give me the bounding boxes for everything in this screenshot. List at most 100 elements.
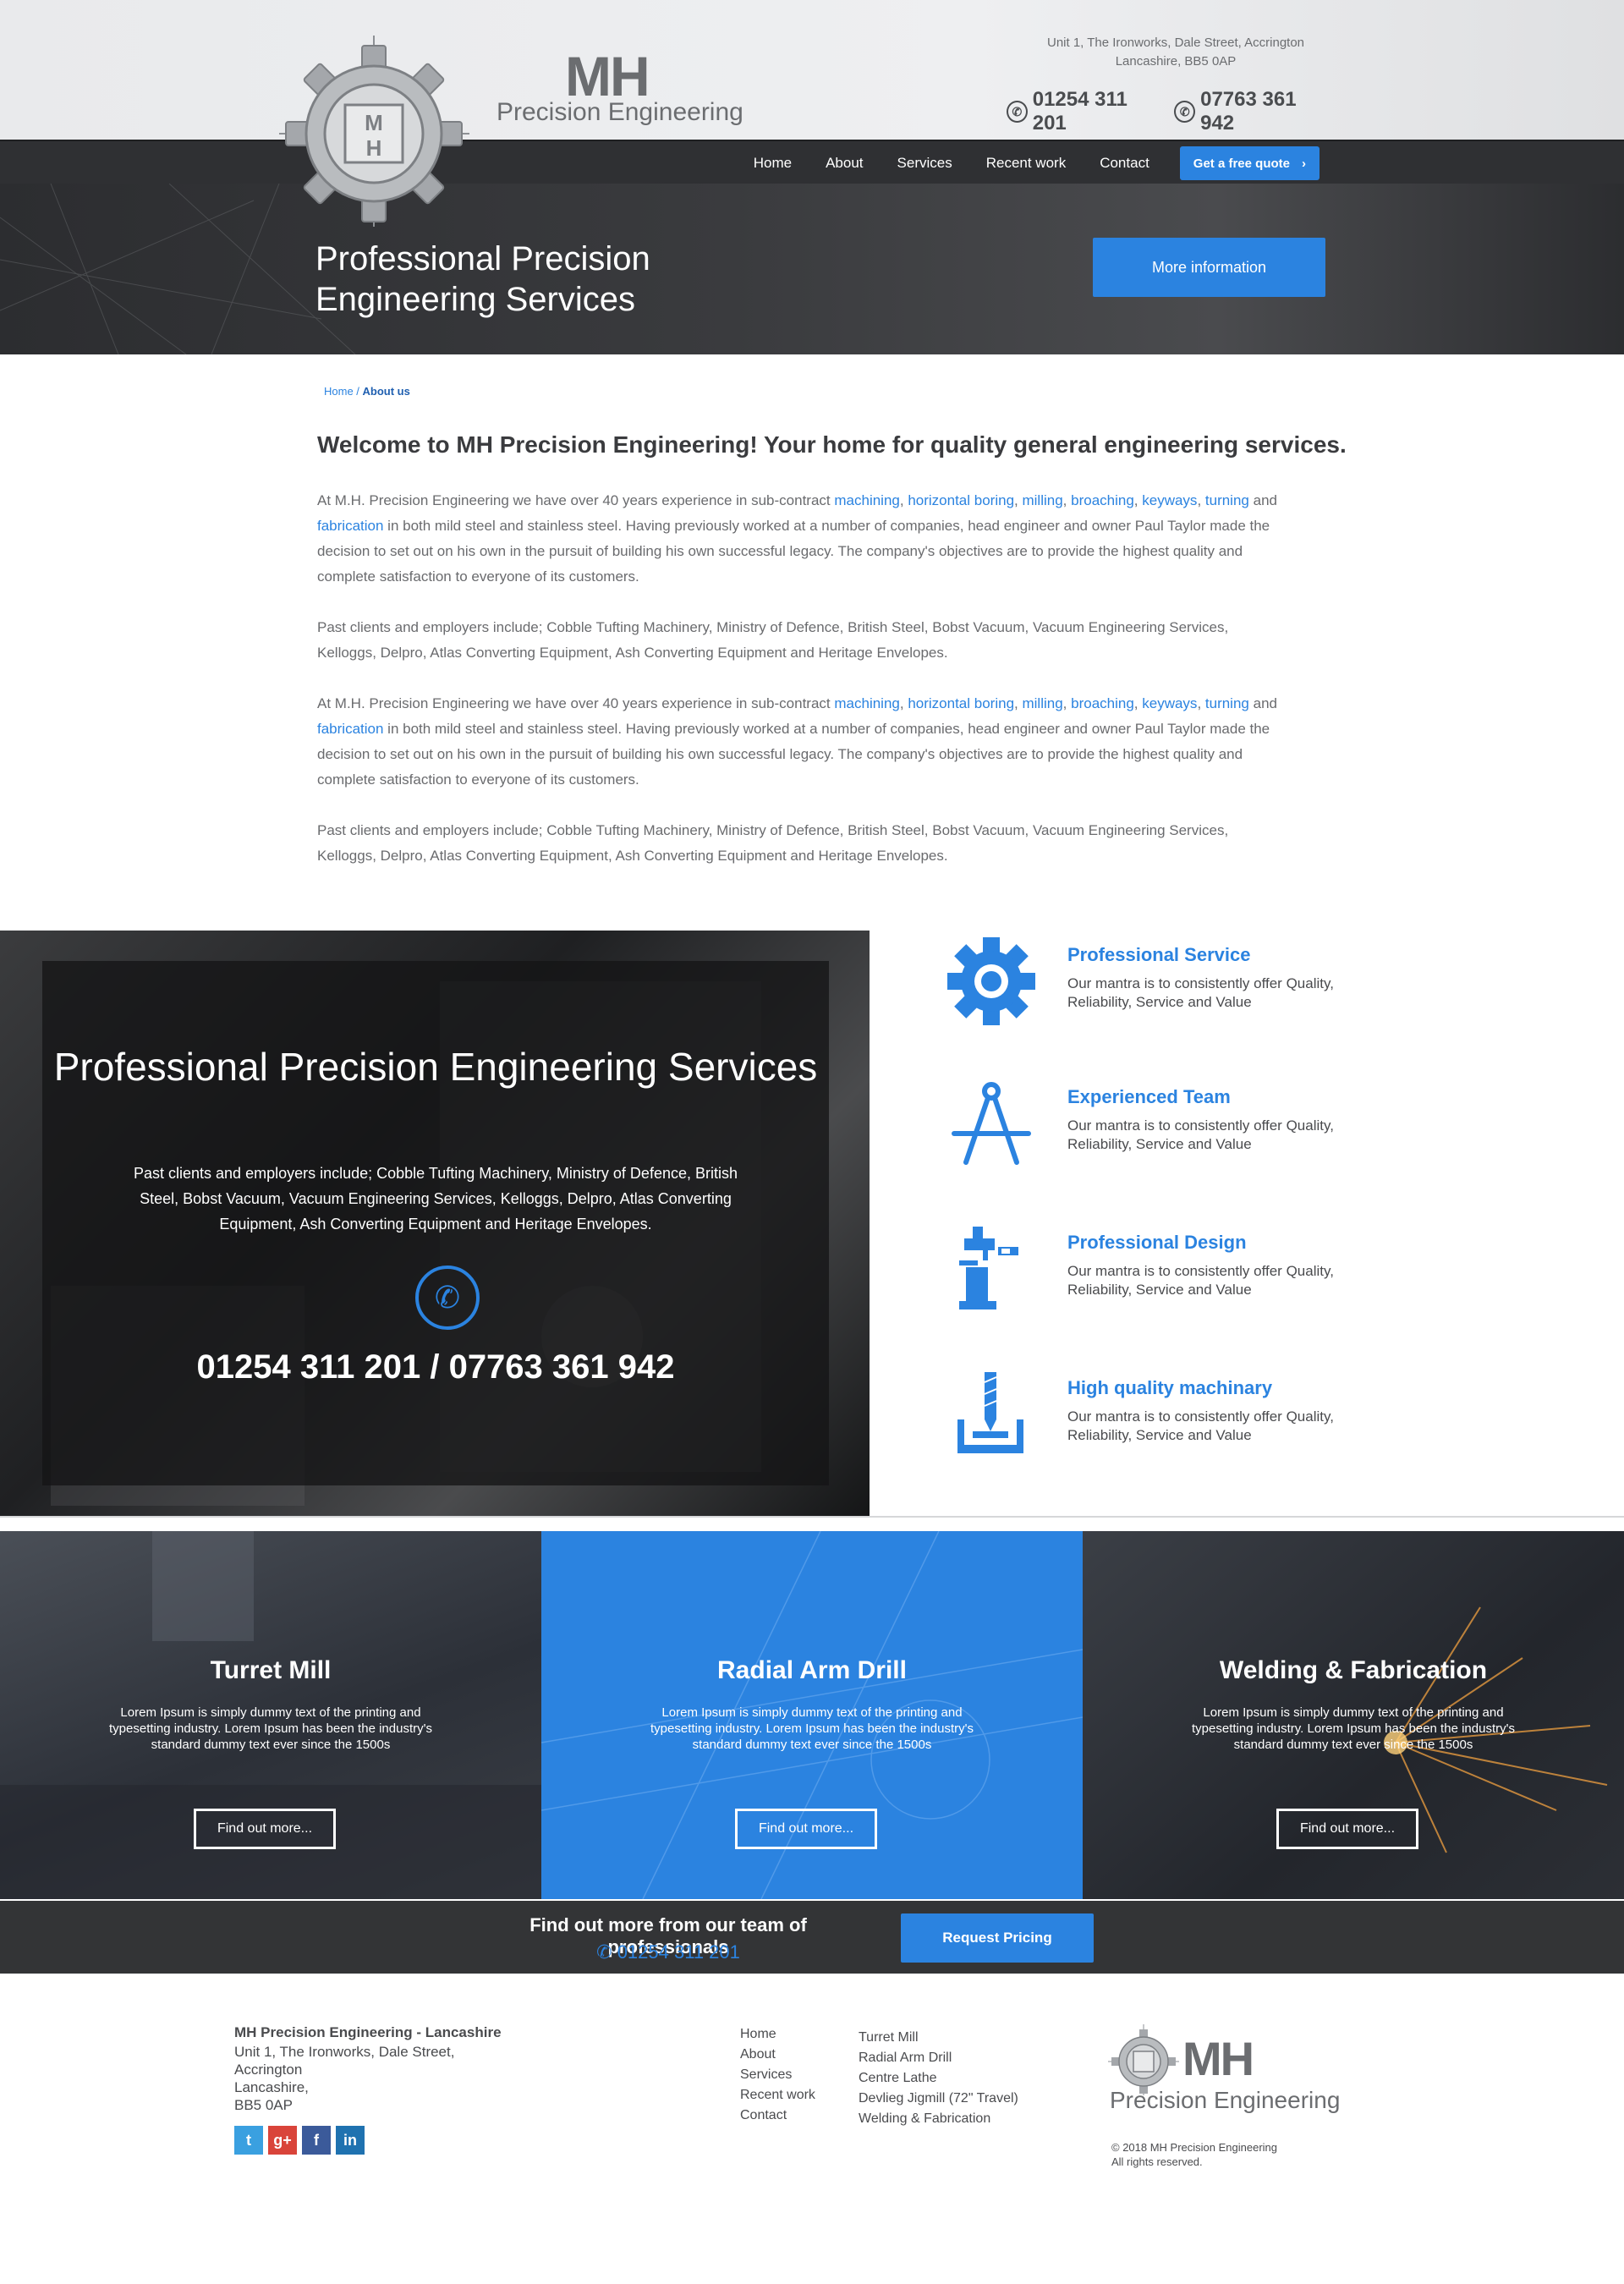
breadcrumb-separator: / (353, 385, 363, 398)
footer-service-link[interactable]: Devlieg Jigmill (72" Travel) (859, 2089, 1018, 2109)
footer-services: Turret Mill Radial Arm Drill Centre Lath… (859, 2028, 1018, 2129)
twitter-icon[interactable]: t (234, 2126, 263, 2155)
intro-rest: in both mild steel and stainless steel. … (317, 721, 1270, 788)
footer-brand-subtitle: Precision Engineering (1110, 2087, 1341, 2113)
service-title: High quality machinary (1067, 1377, 1273, 1398)
copyright-line-1: © 2018 MH Precision Engineering (1111, 2141, 1278, 2154)
link-machining[interactable]: machining (834, 492, 900, 508)
header-address: Unit 1, The Ironworks, Dale Street, Accr… (1015, 34, 1336, 71)
intro-and: and (1253, 695, 1277, 711)
link-horizontal-boring[interactable]: horizontal boring (908, 695, 1014, 711)
link-broaching[interactable]: broaching (1071, 695, 1134, 711)
footer-logo[interactable]: MH Precision Engineering (1108, 2024, 1362, 2126)
footer-address-line: Accrington (234, 2062, 303, 2078)
intro-rest: in both mild steel and stainless steel. … (317, 518, 1270, 585)
get-quote-button[interactable]: Get a free quote › (1179, 146, 1320, 180)
phone-icon[interactable]: ✆ (415, 1266, 480, 1330)
link-turning[interactable]: turning (1205, 492, 1249, 508)
phone-secondary[interactable]: ✆ 07763 361 942 (1174, 88, 1328, 135)
footer-service-link[interactable]: Turret Mill (859, 2028, 1018, 2048)
phone-secondary-number: 07763 361 942 (1200, 88, 1297, 135)
site-header: MH Precision Engineering Unit 1, The Iro… (0, 0, 1624, 140)
get-quote-label: Get a free quote (1193, 156, 1290, 171)
nav-services[interactable]: Services (881, 155, 969, 172)
phone-primary[interactable]: ✆ 01254 311 201 (1007, 88, 1159, 135)
link-fabrication[interactable]: fabrication (317, 721, 383, 737)
cta-bar: Find out more from our team of professio… (0, 1899, 1624, 1974)
nav-recent-work[interactable]: Recent work (969, 155, 1083, 172)
service-title: Experienced Team (1067, 1086, 1231, 1107)
phone-icon: ✆ (1174, 101, 1196, 123)
svg-text:H: H (366, 135, 382, 161)
logo-gear-icon[interactable]: M H (279, 34, 469, 228)
cta-phone-number: 01254 311 201 (617, 1941, 740, 1963)
more-information-button[interactable]: More information (1093, 238, 1325, 297)
social-links: t g+ f in (234, 2126, 365, 2155)
footer-link-recent-work[interactable]: Recent work (740, 2085, 815, 2106)
breadcrumb-home[interactable]: Home (324, 385, 354, 398)
footer-link-home[interactable]: Home (740, 2024, 815, 2045)
footer-link-about[interactable]: About (740, 2045, 815, 2065)
nav-contact[interactable]: Contact (1083, 155, 1166, 172)
intro-paragraph-1: At M.H. Precision Engineering we have ov… (317, 492, 1277, 585)
section-divider (0, 1516, 1624, 1531)
cta-phone[interactable]: ✆ 01254 311 201 (474, 1941, 863, 1963)
request-pricing-button[interactable]: Request Pricing (901, 1913, 1094, 1963)
footer-company: MH Precision Engineering - Lancashire (234, 2024, 502, 2040)
nav-items: Home About Services Recent work Contact … (737, 141, 1320, 185)
feature-photo-panel: Professional Precision Engineering Servi… (0, 931, 870, 1516)
footer-link-services[interactable]: Services (740, 2065, 815, 2085)
main-nav: Home About Services Recent work Contact … (0, 140, 1624, 184)
link-broaching[interactable]: broaching (1071, 492, 1134, 508)
card-text: Lorem Ipsum is simply dummy text of the … (1192, 1705, 1515, 1752)
intro-prefix: At M.H. Precision Engineering we have ov… (317, 492, 831, 508)
site-footer: MH Precision Engineering - Lancashire Un… (0, 1974, 1624, 2284)
card-text: Lorem Ipsum is simply dummy text of the … (109, 1705, 432, 1752)
link-turning[interactable]: turning (1205, 695, 1249, 711)
intro-paragraph-2: At M.H. Precision Engineering we have ov… (317, 695, 1277, 788)
feature-text: Past clients and employers include; Cobb… (134, 1165, 738, 1233)
card-turret-mill: Turret Mill Lorem Ipsum is simply dummy … (0, 1531, 541, 1899)
breadcrumb-current: About us (362, 385, 410, 398)
intro-prefix: At M.H. Precision Engineering we have ov… (317, 695, 831, 711)
service-title: Professional Service (1067, 944, 1251, 965)
feature-title: Professional Precision Engineering Servi… (53, 1045, 818, 1089)
page-heading: Welcome to MH Precision Engineering! You… (317, 431, 1347, 458)
feature-phone-numbers[interactable]: 01254 311 201 / 07763 361 942 (42, 1348, 829, 1386)
phone-icon: ✆ (1007, 101, 1028, 123)
nav-home[interactable]: Home (737, 155, 809, 172)
link-milling[interactable]: milling (1022, 492, 1062, 508)
nav-about[interactable]: About (809, 155, 880, 172)
brand-subtitle[interactable]: Precision Engineering (497, 98, 743, 127)
card-welding-fabrication: Welding & Fabrication Lorem Ipsum is sim… (1083, 1531, 1624, 1899)
footer-link-contact[interactable]: Contact (740, 2106, 815, 2126)
gear-icon (947, 937, 1035, 1025)
clients-paragraph-1: Past clients and employers include; Cobb… (317, 619, 1229, 661)
service-text: Our mantra is to consistently offer Qual… (1067, 975, 1334, 1010)
service-professional: Professional Service Our mantra is to co… (947, 937, 1353, 1030)
card-title: Turret Mill (210, 1656, 332, 1684)
service-text: Our mantra is to consistently offer Qual… (1067, 1117, 1334, 1152)
linkedin-icon[interactable]: in (336, 2126, 365, 2155)
address-line-2: Lancashire, BB5 0AP (1115, 54, 1237, 69)
link-horizontal-boring[interactable]: horizontal boring (908, 492, 1014, 508)
compass-icon (952, 1082, 1031, 1165)
footer-service-link[interactable]: Welding & Fabrication (859, 2109, 1018, 2129)
chevron-right-icon: › (1302, 156, 1306, 171)
footer-service-link[interactable]: Centre Lathe (859, 2068, 1018, 2089)
card-radial-arm-drill: Radial Arm Drill Lorem Ipsum is simply d… (541, 1531, 1083, 1899)
find-out-more-button[interactable]: Find out more... (194, 1809, 336, 1849)
find-out-more-button[interactable]: Find out more... (1276, 1809, 1418, 1849)
link-keyways[interactable]: keyways (1142, 695, 1197, 711)
link-keyways[interactable]: keyways (1142, 492, 1197, 508)
google-plus-icon[interactable]: g+ (268, 2126, 297, 2155)
link-milling[interactable]: milling (1022, 695, 1062, 711)
link-fabrication[interactable]: fabrication (317, 518, 383, 534)
find-out-more-button[interactable]: Find out more... (735, 1809, 877, 1849)
service-text: Our mantra is to consistently offer Qual… (1067, 1408, 1334, 1443)
footer-brand-name: MH (1182, 2032, 1254, 2085)
drill-bit-icon (957, 1372, 1023, 1453)
link-machining[interactable]: machining (834, 695, 900, 711)
facebook-icon[interactable]: f (302, 2126, 331, 2155)
footer-service-link[interactable]: Radial Arm Drill (859, 2048, 1018, 2068)
